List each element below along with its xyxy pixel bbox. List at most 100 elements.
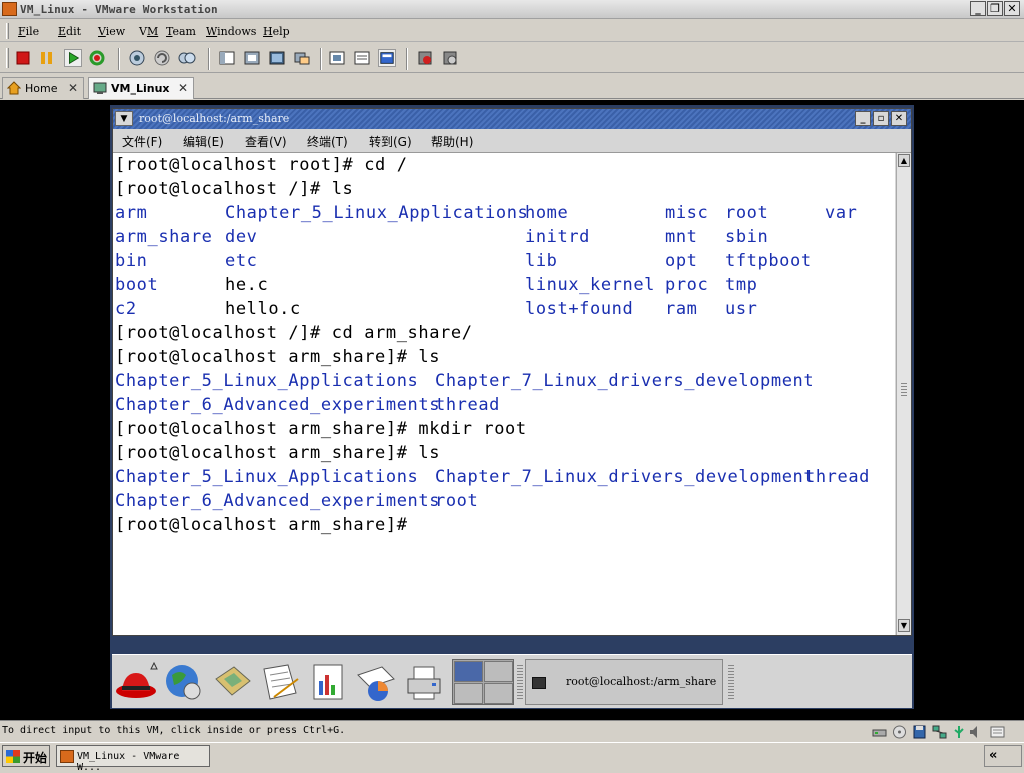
terminal-close-button[interactable]: ✕ (891, 111, 907, 126)
ls-entry: root (725, 203, 769, 223)
start-button[interactable]: 开始 (2, 745, 50, 767)
terminal-window[interactable]: ▼ root@localhost:/arm_share _ ▫ ✕ 文件(F) … (112, 108, 912, 636)
redhat-menu-icon[interactable] (114, 661, 158, 703)
menu-windows[interactable]: Windows (206, 25, 256, 38)
appliance-view-icon[interactable] (353, 49, 371, 67)
ls-entry: Chapter_7_Linux_drivers_development (435, 371, 815, 391)
vm-icon (93, 82, 107, 94)
minimize-button[interactable]: _ (970, 1, 986, 16)
tab-home[interactable]: Home ✕ (2, 77, 84, 99)
reset-icon[interactable] (88, 49, 106, 67)
menu-edit[interactable]: Edit (58, 25, 81, 38)
system-tray[interactable]: « (984, 745, 1022, 767)
terminal-minimize-button[interactable]: _ (855, 111, 871, 126)
web-browser-icon[interactable] (162, 661, 206, 703)
terminal-title: root@localhost:/arm_share (139, 112, 290, 125)
revert-snapshot-icon[interactable] (153, 49, 171, 67)
host-taskbar: 开始 VM_Linux - VMware W... « (0, 742, 1024, 773)
snapshot-manager-icon[interactable] (178, 49, 196, 67)
ls-entry: tmp (725, 275, 758, 295)
menu-view[interactable]: View (98, 25, 125, 38)
floppy-icon[interactable] (912, 725, 927, 739)
full-screen-icon[interactable] (268, 49, 286, 67)
toolbar (0, 43, 1024, 73)
panel-grip-icon[interactable] (728, 665, 734, 699)
ls-entry: proc (665, 275, 709, 295)
ls-entry: boot (115, 275, 159, 295)
presentation-icon[interactable] (306, 661, 350, 703)
terminal-scrollbar[interactable]: ▲ ▼ (896, 153, 911, 635)
ls-entry: tftpboot (725, 251, 812, 271)
menubar-grip-icon[interactable] (6, 23, 9, 39)
network-icon[interactable] (872, 725, 887, 739)
scroll-down-icon[interactable]: ▼ (898, 619, 910, 632)
power-off-icon[interactable] (14, 49, 32, 67)
close-button[interactable]: ✕ (1004, 1, 1020, 16)
writer-icon[interactable] (258, 661, 302, 703)
vmware-app-icon[interactable] (2, 2, 17, 16)
spreadsheet-icon[interactable] (354, 661, 398, 703)
tab-vm-linux-close-icon[interactable]: ✕ (178, 81, 188, 95)
ls-entry: var (825, 203, 858, 223)
vmware-app-icon (60, 750, 74, 763)
menu-file[interactable]: File (18, 25, 39, 38)
maximize-button[interactable]: ❐ (987, 1, 1003, 16)
sidebar-icon[interactable] (218, 49, 236, 67)
terminal-menu-terminal[interactable]: 终端(T) (307, 133, 348, 150)
guest-panel: root@localhost:/arm_share (112, 654, 912, 708)
terminal-menu-help[interactable]: 帮助(H) (431, 133, 473, 150)
terminal-menu-edit[interactable]: 编辑(E) (183, 133, 224, 150)
terminal-output[interactable]: [root@localhost root]# cd / [root@localh… (113, 153, 895, 635)
ls-entry: dev (225, 227, 258, 247)
terminal-menu-view[interactable]: 查看(V) (245, 133, 287, 150)
scroll-up-icon[interactable]: ▲ (898, 154, 910, 167)
terminal-icon (532, 677, 546, 689)
power-on-icon[interactable] (64, 49, 82, 67)
window-menu-chevron-down-icon[interactable]: ▼ (115, 111, 133, 126)
terminal-titlebar[interactable]: ▼ root@localhost:/arm_share _ ▫ ✕ (113, 109, 911, 129)
tab-home-close-icon[interactable]: ✕ (68, 81, 78, 95)
menu-team[interactable]: Team (166, 25, 196, 38)
tab-vm-linux[interactable]: VM_Linux ✕ (88, 77, 194, 99)
taskbar-window-vmware[interactable]: VM_Linux - VMware W... (56, 745, 210, 773)
mail-icon[interactable] (210, 661, 254, 703)
menu-vm[interactable]: VM (139, 25, 158, 38)
suspend-icon[interactable] (38, 49, 56, 67)
terminal-menu-goto[interactable]: 转到(G) (369, 133, 412, 150)
tab-home-label: Home (25, 82, 58, 95)
toolbar-grip-icon[interactable] (6, 48, 9, 68)
print-manager-icon[interactable] (402, 661, 446, 703)
terminal-line: [root@localhost /]# cd arm_share/ (115, 323, 473, 343)
task-button-terminal[interactable]: root@localhost:/arm_share (525, 659, 723, 705)
workspace-1[interactable] (454, 661, 483, 682)
workspace-4[interactable] (484, 683, 513, 704)
ls-entry: opt (665, 251, 698, 271)
snapshot-icon[interactable] (128, 49, 146, 67)
tray-expand-chevron-icon[interactable]: « (989, 748, 997, 763)
ls-entry: bin (115, 251, 148, 271)
team-icon[interactable] (416, 49, 434, 67)
ls-entry: Chapter_5_Linux_Applications (115, 371, 419, 391)
team-settings-icon[interactable] (441, 49, 459, 67)
ethernet-icon[interactable] (932, 725, 947, 739)
cdrom-icon[interactable] (892, 725, 907, 739)
unity-icon[interactable] (378, 49, 396, 67)
message-icon[interactable] (990, 725, 1005, 739)
console-view-icon[interactable] (293, 49, 311, 67)
panel-grip-icon[interactable] (517, 665, 523, 699)
ls-entry: hello.c (225, 299, 301, 319)
workspace-2[interactable] (484, 661, 513, 682)
quick-switch-icon[interactable] (243, 49, 261, 67)
scroll-grip-icon[interactable] (901, 383, 907, 397)
workspace-3[interactable] (454, 683, 483, 704)
menu-help[interactable]: Help (263, 25, 290, 38)
usb-icon[interactable] (952, 725, 967, 739)
terminal-maximize-button[interactable]: ▫ (873, 111, 889, 126)
window-title: VM_Linux - VMware Workstation (20, 3, 218, 16)
start-label: 开始 (23, 751, 48, 765)
toolbar-separator (320, 48, 322, 70)
summary-view-icon[interactable] (328, 49, 346, 67)
sound-icon[interactable] (968, 725, 983, 739)
terminal-menu-file[interactable]: 文件(F) (122, 133, 162, 150)
workspace-pager[interactable] (452, 659, 514, 705)
